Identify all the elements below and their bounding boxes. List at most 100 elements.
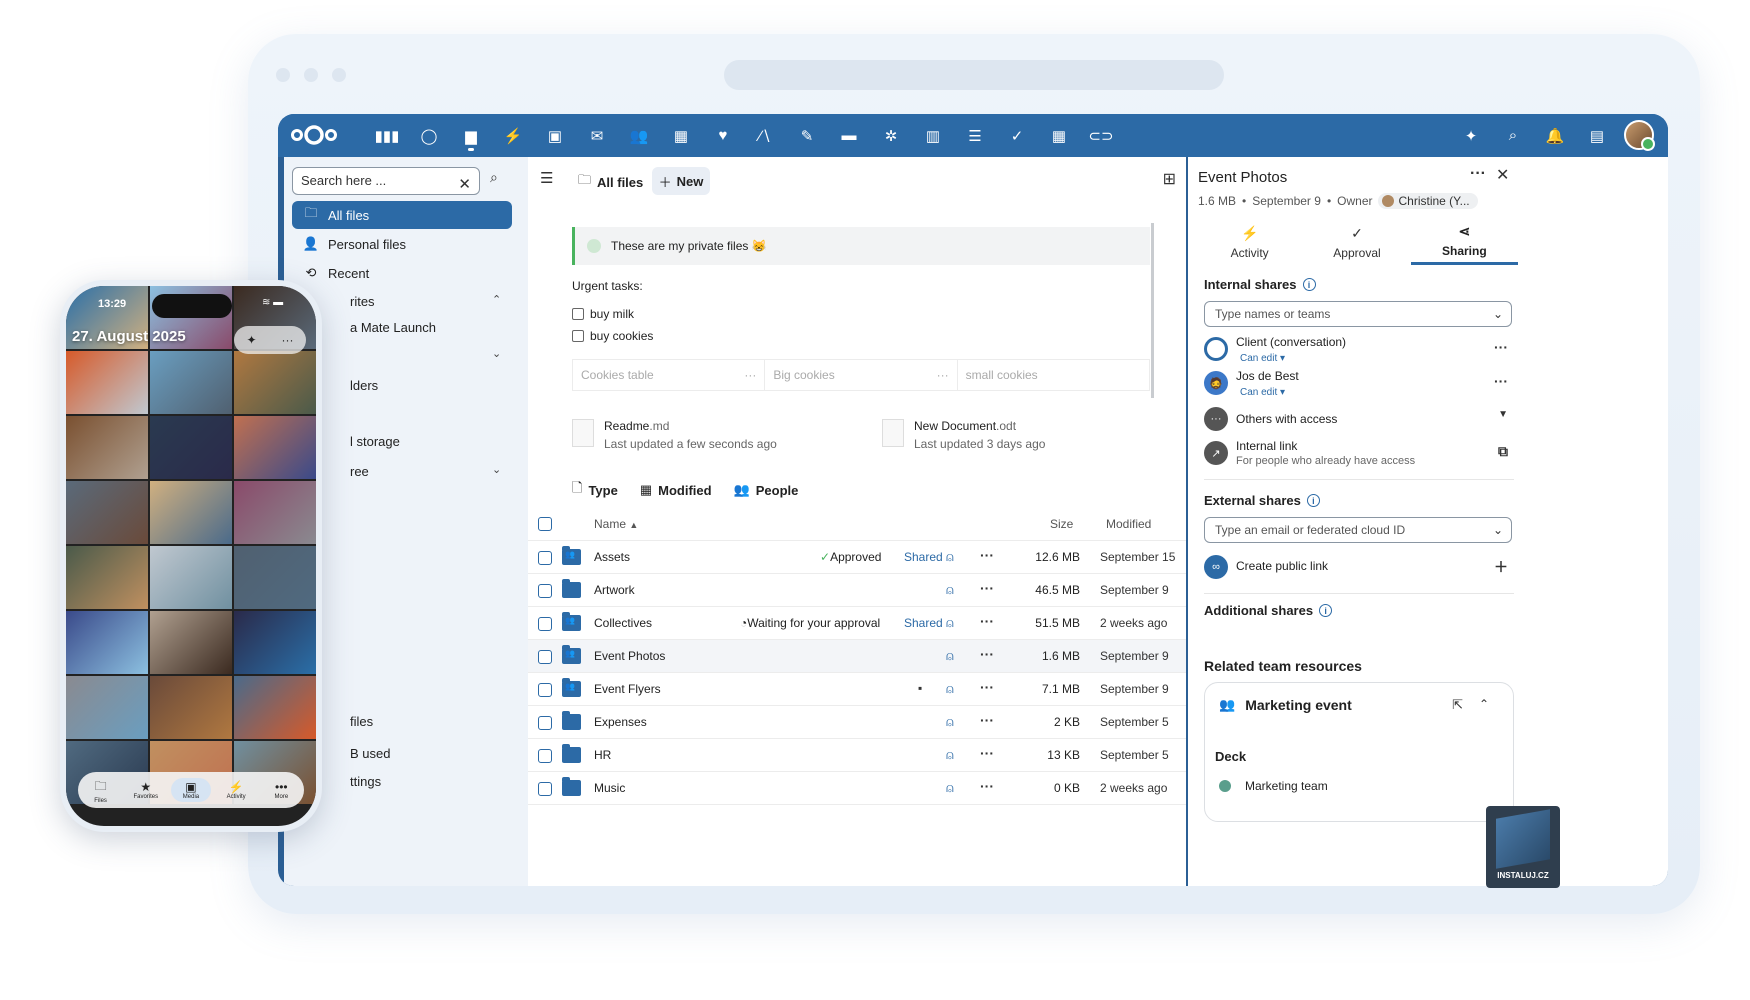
file-row[interactable]: Event Photos ⍝ ··· 1.6 MB September 9 xyxy=(528,640,1186,673)
sort-name[interactable]: Name ▲ xyxy=(594,517,638,531)
file-name[interactable]: Collectives xyxy=(594,616,652,630)
info-icon[interactable]: i xyxy=(1306,494,1320,507)
file-row[interactable]: HR ⍝ ··· 13 KB September 5 xyxy=(528,739,1186,772)
recent-file[interactable]: Readme.md Last updated a few seconds ago xyxy=(572,419,777,451)
deck-icon[interactable]: ▬ xyxy=(828,114,870,157)
info-icon[interactable]: i xyxy=(1302,278,1316,291)
file-row[interactable]: Event Flyers ▪ ⍝ ··· 7.1 MB September 9 xyxy=(528,673,1186,706)
file-row[interactable]: Expenses ⍝ ··· 2 KB September 5 xyxy=(528,706,1186,739)
others-with-access[interactable]: ··· Others with access ▼ xyxy=(1204,405,1514,437)
photo-thumbnail[interactable] xyxy=(234,611,316,674)
photo-thumbnail[interactable] xyxy=(66,481,148,544)
shared-label[interactable]: Shared xyxy=(904,616,943,630)
deck-item[interactable]: Marketing team xyxy=(1219,779,1328,793)
info-icon[interactable]: i xyxy=(1319,604,1333,617)
more-icon[interactable]: ··· xyxy=(1494,339,1508,355)
row-checkbox[interactable] xyxy=(538,617,552,631)
share-icon[interactable]: ⍝ xyxy=(946,615,954,631)
external-share-input[interactable]: Type an email or federated cloud ID ⌄ xyxy=(1204,517,1512,543)
more-icon[interactable]: ··· xyxy=(980,580,994,596)
talk-icon[interactable]: ◯ xyxy=(408,114,450,157)
photo-thumbnail[interactable] xyxy=(66,416,148,479)
more-icon[interactable]: ··· xyxy=(980,679,994,695)
activity-icon[interactable]: ⚡ xyxy=(492,114,534,157)
nav-item[interactable]: l storage xyxy=(292,427,512,455)
nav-item[interactable]: files xyxy=(292,707,512,735)
copy-icon[interactable]: ⧉ xyxy=(1498,443,1508,460)
plus-icon[interactable]: ＋ xyxy=(1494,557,1508,577)
dashboard-icon[interactable]: ▮▮▮ xyxy=(366,114,408,157)
sort-modified[interactable]: Modified xyxy=(1106,517,1151,531)
more-icon[interactable]: ··· xyxy=(980,712,994,728)
mail-icon[interactable]: ✉ xyxy=(576,114,618,157)
search-icon[interactable]: ⌕ xyxy=(490,169,510,189)
row-checkbox[interactable] xyxy=(538,551,552,565)
open-external-icon[interactable]: ⇱ xyxy=(1452,697,1463,713)
photo-thumbnail[interactable] xyxy=(234,546,316,609)
files-icon[interactable]: ▆ xyxy=(450,114,492,157)
photos-icon[interactable]: ▣ xyxy=(534,114,576,157)
chevron-up-icon[interactable]: ⌃ xyxy=(492,293,501,306)
nav-item[interactable] xyxy=(292,341,512,369)
flow-icon[interactable]: ✲ xyxy=(870,114,912,157)
table-column[interactable]: small cookies xyxy=(958,360,1149,390)
chevron-down-icon[interactable]: ⌄ xyxy=(492,463,501,476)
nav-item[interactable]: ree xyxy=(292,457,512,485)
nav-item[interactable]: rites xyxy=(292,287,512,315)
approval-status[interactable]: ◔ Waiting for your approval xyxy=(740,616,880,630)
photo-thumbnail[interactable] xyxy=(66,676,148,739)
charts-icon[interactable]: ▥ xyxy=(912,114,954,157)
share-icon[interactable]: ⍝ xyxy=(946,582,954,598)
nav-item[interactable]: 🗀 All files xyxy=(292,201,512,229)
phone-tab-media[interactable]: ▣ Media xyxy=(170,778,211,802)
table-column[interactable]: Big cookies ··· xyxy=(765,360,958,390)
assistant-icon[interactable]: ✦ xyxy=(1450,114,1492,157)
search-icon[interactable]: ⌕ xyxy=(1492,114,1534,157)
owner-chip[interactable]: Christine (Y... xyxy=(1378,193,1478,209)
row-checkbox[interactable] xyxy=(538,749,552,763)
clear-icon[interactable]: ✕ xyxy=(458,172,471,198)
nav-item[interactable]: a Mate Launch xyxy=(292,313,512,341)
nextcloud-logo[interactable] xyxy=(290,122,338,151)
recent-file[interactable]: New Document.odt Last updated 3 days ago xyxy=(882,419,1045,451)
nav-item[interactable]: ttings xyxy=(292,767,512,795)
chevron-up-icon[interactable]: ⌃ xyxy=(1479,697,1489,711)
search-input[interactable]: Search here ... ✕ xyxy=(292,167,480,195)
filter-type[interactable]: 🗋 Type xyxy=(572,479,618,501)
photo-thumbnail[interactable] xyxy=(66,351,148,414)
photo-thumbnail[interactable] xyxy=(234,481,316,544)
grid-view-icon[interactable]: ⊞ xyxy=(1163,169,1176,189)
more-icon[interactable]: ··· xyxy=(980,613,994,629)
user-avatar[interactable] xyxy=(1624,120,1655,151)
phone-tab-files[interactable]: 🗀 Files xyxy=(81,777,121,804)
file-name[interactable]: Music xyxy=(594,781,625,795)
toggle-navigation-icon[interactable]: ☰ xyxy=(540,169,553,187)
file-row[interactable]: Assets ✓ Approved Shared⍝ ··· 12.6 MB Septemb… xyxy=(528,541,1186,574)
shared-label[interactable]: Shared xyxy=(904,550,943,564)
more-actions-icon[interactable]: ··· xyxy=(1470,165,1486,183)
photo-thumbnail[interactable] xyxy=(66,546,148,609)
share-icon[interactable]: ⍝ xyxy=(946,549,954,565)
approval-status[interactable]: ✓ Approved xyxy=(820,550,881,564)
photo-thumbnail[interactable] xyxy=(234,416,316,479)
more-icon[interactable]: ··· xyxy=(1494,373,1508,389)
create-public-link[interactable]: ∞ Create public link ＋ xyxy=(1204,553,1514,585)
more-icon[interactable]: ··· xyxy=(282,333,294,347)
check-icon[interactable]: ✓ xyxy=(996,114,1038,157)
more-icon[interactable]: ··· xyxy=(980,745,994,761)
calendar-icon[interactable]: ▦ xyxy=(660,114,702,157)
photo-thumbnail[interactable] xyxy=(150,416,232,479)
file-name[interactable]: Artwork xyxy=(594,583,635,597)
new-button[interactable]: ＋ New xyxy=(652,167,710,195)
address-bar[interactable] xyxy=(724,60,1224,90)
photo-thumbnail[interactable] xyxy=(150,676,232,739)
task-checkbox[interactable] xyxy=(572,308,584,320)
row-checkbox[interactable] xyxy=(538,584,552,598)
analytics-icon[interactable]: ∕∖ xyxy=(744,114,786,157)
file-row[interactable]: Music ⍝ ··· 0 KB 2 weeks ago xyxy=(528,772,1186,805)
photo-thumbnail[interactable] xyxy=(234,351,316,414)
photo-thumbnail[interactable] xyxy=(150,351,232,414)
list-icon[interactable]: ☰ xyxy=(954,114,996,157)
file-row[interactable]: Artwork ⍝ ··· 46.5 MB September 9 xyxy=(528,574,1186,607)
table-column[interactable]: Cookies table ··· xyxy=(573,360,766,390)
